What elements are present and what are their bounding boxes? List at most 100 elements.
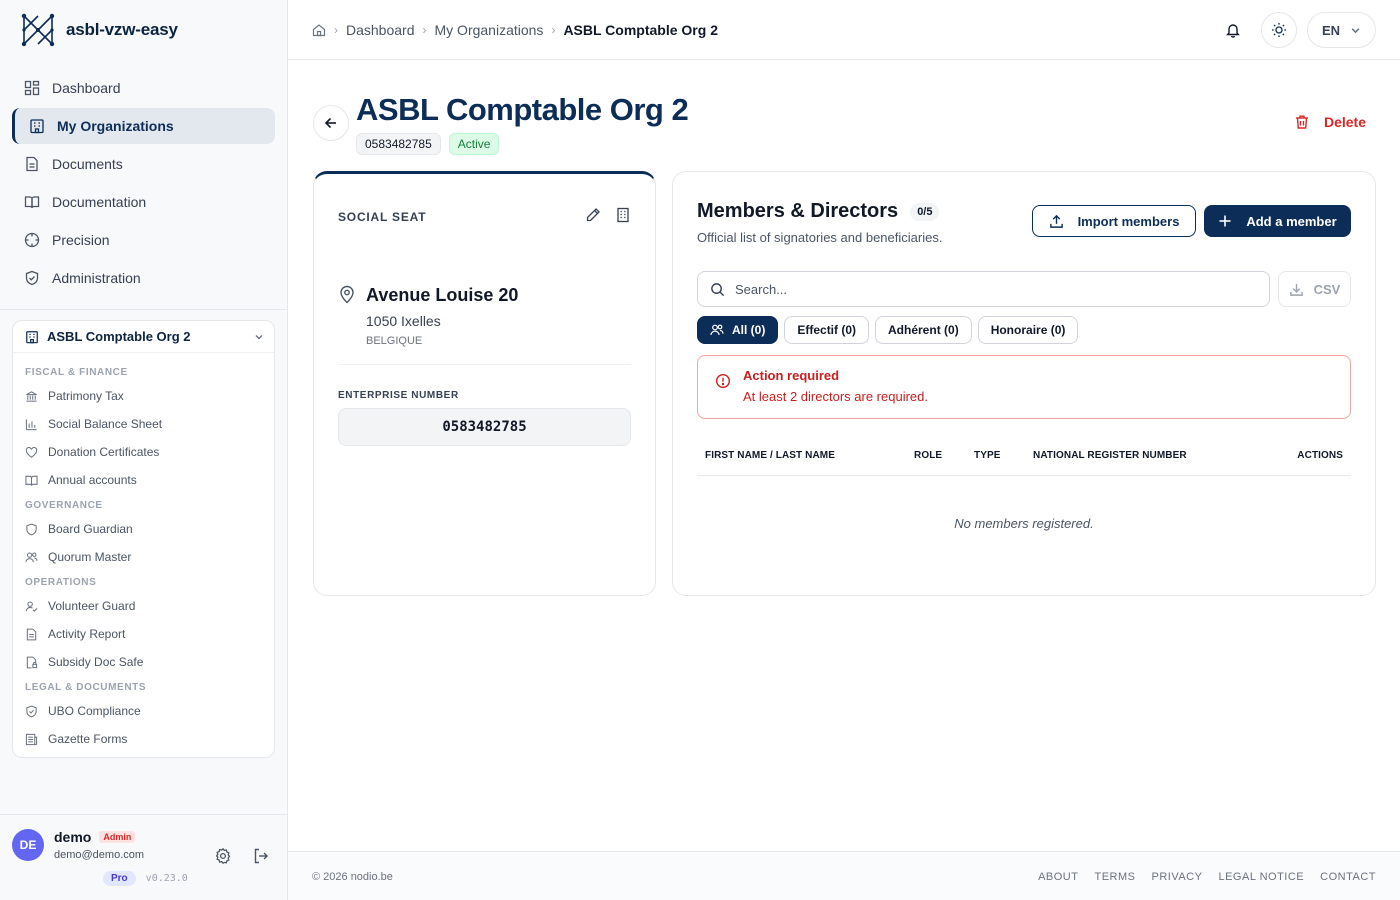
logout-icon[interactable] [252,847,270,865]
bar-chart-icon [25,418,37,430]
alert-title: Action required [743,368,840,383]
nav-my-organizations[interactable]: My Organizations [12,108,275,144]
enterprise-number-tag: 0583482785 [356,133,441,155]
members-title-row: Members & Directors 0/5 [697,200,940,223]
nav-precision[interactable]: Precision [12,222,275,258]
upload-icon [1049,214,1063,228]
user-name: demo [54,829,92,845]
document-icon [26,156,38,172]
arrow-left-icon [324,117,336,129]
org-switcher[interactable]: ASBL Comptable Org 2 [13,321,274,353]
back-button[interactable] [313,105,349,141]
org-item-label: Annual accounts [48,473,137,487]
members-count-badge: 0/5 [910,202,940,221]
pencil-icon[interactable] [585,207,601,223]
column-header-type[interactable]: TYPE [974,450,1001,461]
section-title: LEGAL & DOCUMENTS [25,682,147,693]
import-members-label: Import members [1077,213,1180,229]
add-member-button[interactable]: Add a member [1204,205,1351,237]
filter-label: Effectif (0) [797,323,857,337]
notifications-button[interactable] [1215,12,1251,48]
file-lock-icon [26,656,38,668]
shield-icon [25,270,39,286]
org-item-ubo-compliance[interactable]: UBO Compliance [13,697,274,725]
user-check-icon [25,600,38,612]
brand[interactable]: asbl-vzw-easy [0,0,287,60]
export-csv-button[interactable]: CSV [1278,271,1351,307]
search-icon [711,282,725,296]
member-filters: All (0) Effectif (0) Adhérent (0) Honora… [697,316,1079,344]
footer-link-about[interactable]: ABOUT [1038,871,1078,883]
app-version: v0.23.0 [145,873,188,884]
language-select[interactable]: EN [1306,12,1376,48]
users-icon [710,324,724,336]
delete-button[interactable]: Delete [1294,114,1366,130]
logo-icon [21,13,55,47]
footer-link-privacy[interactable]: PRIVACY [1151,871,1202,883]
footer-link-terms[interactable]: TERMS [1094,871,1135,883]
members-table-header: FIRST NAME / LAST NAME ROLE TYPE NATIONA… [697,442,1351,476]
filter-adherent[interactable]: Adhérent (0) [875,316,972,344]
nav-administration[interactable]: Administration [12,260,275,296]
footer-link-contact[interactable]: CONTACT [1320,871,1376,883]
org-item-label: UBO Compliance [48,704,141,718]
topbar-actions: EN [1215,12,1376,48]
nav-dashboard[interactable]: Dashboard [12,70,275,106]
org-item-label: Patrimony Tax [48,389,124,403]
filter-effectif[interactable]: Effectif (0) [784,316,870,344]
column-header-name[interactable]: FIRST NAME / LAST NAME [705,450,835,461]
org-item-board-guardian[interactable]: Board Guardian [13,515,274,543]
nav-documentation[interactable]: Documentation [12,184,275,220]
org-item-social-balance-sheet[interactable]: Social Balance Sheet [13,410,274,438]
theme-toggle[interactable] [1260,12,1297,48]
import-members-button[interactable]: Import members [1032,205,1196,237]
divider [338,364,631,365]
address-country: BELGIQUE [366,335,423,347]
address-street: Avenue Louise 20 [366,285,519,305]
footer-link-legal-notice[interactable]: LEGAL NOTICE [1218,871,1304,883]
chevron-right-icon: › [334,22,338,37]
enterprise-number-label: ENTERPRISE NUMBER [338,390,459,401]
plus-icon [1219,215,1231,227]
filter-label: Honoraire (0) [990,323,1066,337]
avatar[interactable]: DE [12,829,44,861]
filter-all[interactable]: All (0) [697,316,779,344]
report-icon [26,628,37,640]
org-item-donation-certificates[interactable]: Donation Certificates [13,438,274,466]
bank-icon [26,390,37,402]
breadcrumb-my-organizations[interactable]: My Organizations [435,22,544,38]
filter-honoraire[interactable]: Honoraire (0) [977,316,1079,344]
nav-label: Administration [52,270,141,286]
status-badge: Active [448,133,500,155]
nav-label: Documents [52,156,123,172]
org-item-patrimony-tax[interactable]: Patrimony Tax [13,382,274,410]
org-item-label: Social Balance Sheet [48,417,163,431]
org-item-gazette-forms[interactable]: Gazette Forms [13,725,274,753]
dashboard-icon [24,80,40,96]
org-item-label: Donation Certificates [48,445,160,459]
shield-icon [26,523,37,535]
bell-icon [1226,24,1240,38]
org-item-volunteer-guard[interactable]: Volunteer Guard [13,592,274,620]
role-badge: Admin [99,831,136,843]
nav-documents[interactable]: Documents [12,146,275,182]
chevron-right-icon: › [551,22,556,37]
org-item-label: Subsidy Doc Safe [48,655,144,669]
user-panel: DE demo Admin demo@demo.com Pro v0.23.0 [0,814,288,900]
gear-icon[interactable] [214,847,232,865]
column-header-national-register[interactable]: NATIONAL REGISTER NUMBER [1033,450,1187,461]
breadcrumb-dashboard[interactable]: Dashboard [346,22,415,38]
alert-message: At least 2 directors are required. [743,389,928,404]
org-item-quorum-master[interactable]: Quorum Master [13,543,274,571]
plan-info: Pro v0.23.0 [103,871,188,886]
org-item-subsidy-doc-safe[interactable]: Subsidy Doc Safe [13,648,274,676]
org-item-annual-accounts[interactable]: Annual accounts [13,466,274,494]
search-input[interactable] [735,281,1235,297]
building-icon[interactable] [615,207,631,223]
home-icon[interactable] [312,23,326,37]
column-header-role[interactable]: ROLE [914,450,942,461]
social-seat-card: SOCIAL SEAT Avenue Louise 20 1050 Ixelle… [313,171,656,596]
delete-label: Delete [1323,114,1366,130]
shield-check-icon [26,705,37,717]
org-item-activity-report[interactable]: Activity Report [13,620,274,648]
